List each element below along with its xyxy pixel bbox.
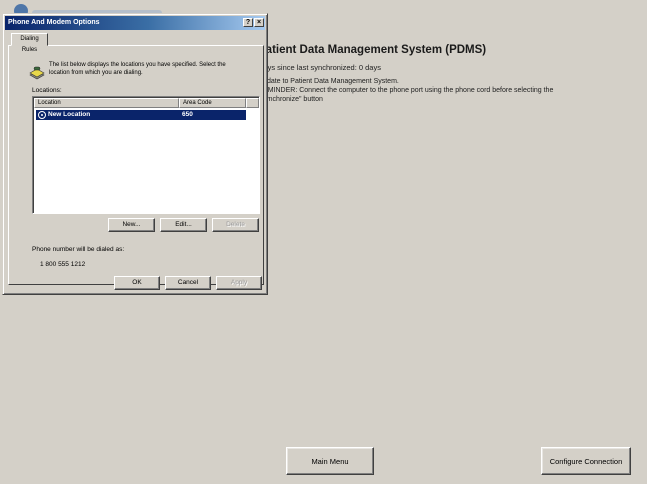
column-header-location[interactable]: Location: [34, 98, 179, 108]
cancel-button[interactable]: Cancel: [165, 276, 211, 290]
location-area-code: 650: [182, 111, 193, 118]
locations-list[interactable]: Location Area Code New Location 650: [32, 96, 260, 214]
ok-button[interactable]: OK: [114, 276, 160, 290]
dialed-as-label: Phone number will be dialed as:: [32, 246, 125, 253]
sync-days-text: Days since last synchronized: 0 days: [258, 63, 381, 72]
location-name: New Location: [48, 111, 91, 118]
edit-location-button[interactable]: Edit...: [160, 218, 207, 232]
tab-dialing-rules[interactable]: Dialing Rules: [11, 33, 48, 53]
update-description: Update to Patient Data Management System…: [258, 78, 399, 85]
column-header-area-code[interactable]: Area Code: [179, 98, 246, 108]
app-title: Patient Data Management System (PDMS): [258, 44, 487, 56]
configure-connection-button[interactable]: Configure Connection: [541, 447, 631, 475]
radio-selected-icon: [38, 111, 46, 119]
new-location-button[interactable]: New...: [108, 218, 155, 232]
column-header-filler: [246, 98, 259, 108]
apply-button[interactable]: Apply: [216, 276, 262, 290]
locations-label: Locations:: [32, 87, 62, 94]
phone-modem-icon: [29, 66, 45, 80]
location-row[interactable]: New Location 650: [36, 110, 246, 120]
dialog-titlebar[interactable]: Phone And Modem Options ? ×: [5, 16, 265, 30]
main-menu-button[interactable]: Main Menu: [286, 447, 374, 475]
phone-modem-options-dialog: Phone And Modem Options ? × Dialing Rule…: [2, 13, 268, 295]
close-icon[interactable]: ×: [254, 18, 264, 27]
reminder-text: REMINDER: Connect the computer to the ph…: [258, 87, 554, 94]
description-line-2: location from which you are dialing.: [49, 70, 143, 76]
help-icon[interactable]: ?: [243, 18, 253, 27]
delete-location-button[interactable]: Delete: [212, 218, 259, 232]
dialed-number: 1 800 555 1212: [40, 261, 86, 268]
description-line-1: The list below displays the locations yo…: [49, 62, 226, 68]
dialog-title: Phone And Modem Options: [8, 19, 100, 26]
